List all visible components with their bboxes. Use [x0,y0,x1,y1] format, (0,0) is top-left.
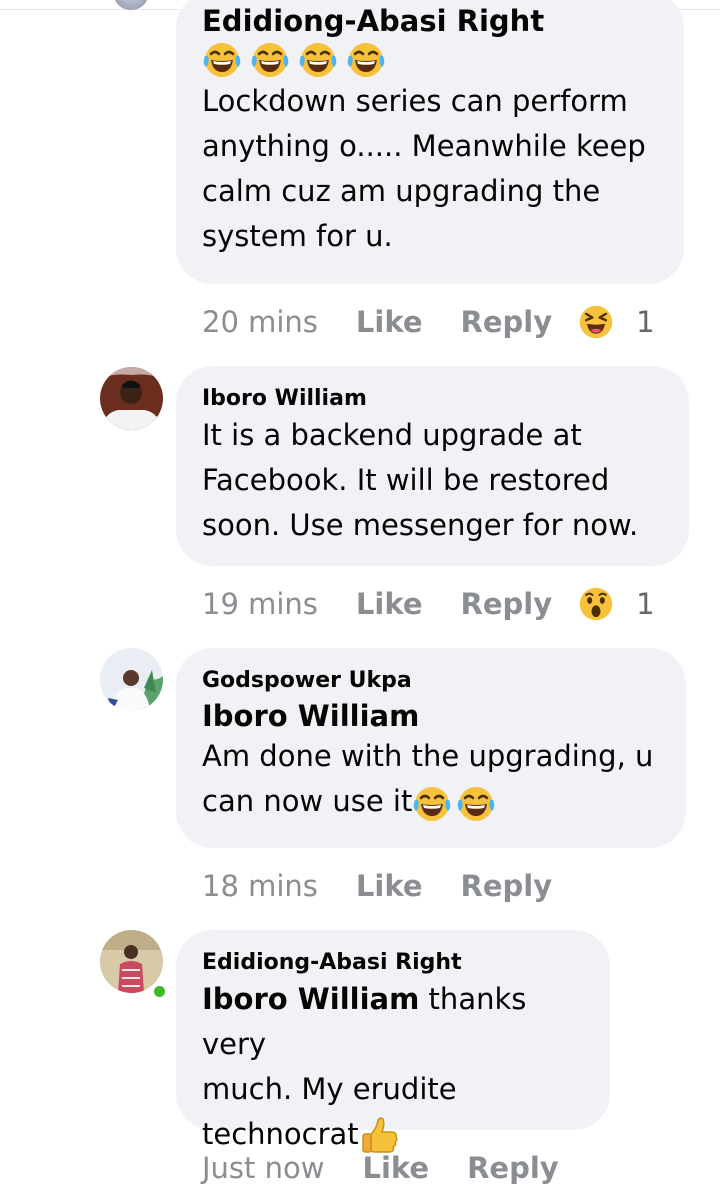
laugh-cry-emoji-icon [250,39,290,79]
reaction-count: 1 [636,587,655,621]
comment-text-line: soon. Use messenger for now. [202,508,639,542]
comment-text-line: system for u. [202,219,393,253]
profile-photo [100,367,163,430]
profile-photo [100,930,163,993]
reply-button[interactable]: Reply [467,1151,559,1185]
avatar[interactable] [100,648,163,711]
comment-bubble[interactable]: Iboro William It is a backend upgrade at… [176,366,689,566]
comment-text-line: can now use it [202,779,660,824]
like-button[interactable]: Like [356,869,423,903]
comment-text-segment: technocrat [202,1117,359,1151]
mention-tag[interactable]: Iboro William [202,982,419,1016]
comment-author[interactable]: Iboro William [202,385,663,413]
laugh-cry-emoji-icon [456,783,496,823]
comment-text-line: Facebook. It will be restored [202,463,610,497]
laugh-cry-emoji-icon [298,39,338,79]
avatar[interactable] [100,930,163,993]
reaction-count: 1 [636,305,655,339]
comment-timestamp[interactable]: Just now [202,1151,324,1185]
comment-text-line: Am done with the upgrading, u [202,739,654,773]
comment-text-line: Iboro William thanks very [202,977,584,1067]
comment-timestamp[interactable]: 20 mins [202,305,318,339]
comment-actions: 20 mins Like Reply 1 [202,302,655,342]
like-button[interactable]: Like [356,587,423,621]
laugh-cry-emoji-icon [346,39,386,79]
comment-actions: 19 mins Like Reply 1 [202,584,655,624]
comment-author[interactable]: Edidiong-Abasi Right [202,3,658,39]
comment-text-segment: can now use it [202,784,413,818]
comment-author[interactable]: Edidiong-Abasi Right [202,949,584,977]
wow-reaction-icon [578,586,614,622]
comment-actions: 18 mins Like Reply [202,866,590,906]
reply-button[interactable]: Reply [461,587,553,621]
reply-button[interactable]: Reply [461,305,553,339]
online-status-dot [152,984,167,999]
comment-text-line: anything o..... Meanwhile keep [202,129,646,163]
haha-reaction-icon [578,304,614,340]
mention-tag[interactable]: Iboro William [202,698,660,734]
comment-text-line: calm cuz am upgrading the [202,174,601,208]
comment-text-line: It is a backend upgrade at [202,418,582,452]
comment-timestamp[interactable]: 18 mins [202,869,318,903]
comment-text-line: much. My erudite [202,1072,457,1106]
laugh-cry-emoji-icon [412,783,452,823]
comment-timestamp[interactable]: 19 mins [202,587,318,621]
emoji-row [202,39,658,79]
comment-text-line: Lockdown series can perform [202,84,628,118]
like-button[interactable]: Like [362,1151,429,1185]
avatar[interactable] [100,367,163,430]
comment-author[interactable]: Godspower Ukpa [202,667,660,695]
reply-button[interactable]: Reply [461,869,553,903]
reaction-summary[interactable]: 1 [578,586,655,622]
comment-actions: Just now Like Reply [202,1148,597,1188]
comment-bubble[interactable]: Edidiong-Abasi Right Iboro William thank… [176,930,610,1130]
laugh-cry-emoji-icon [202,39,242,79]
like-button[interactable]: Like [356,305,423,339]
profile-photo [100,648,163,711]
comment-bubble[interactable]: Edidiong-Abasi Right Lockdown series can… [176,0,684,284]
comment-bubble[interactable]: Godspower Ukpa Iboro William Am done wit… [176,648,686,848]
reaction-summary[interactable]: 1 [578,304,655,340]
